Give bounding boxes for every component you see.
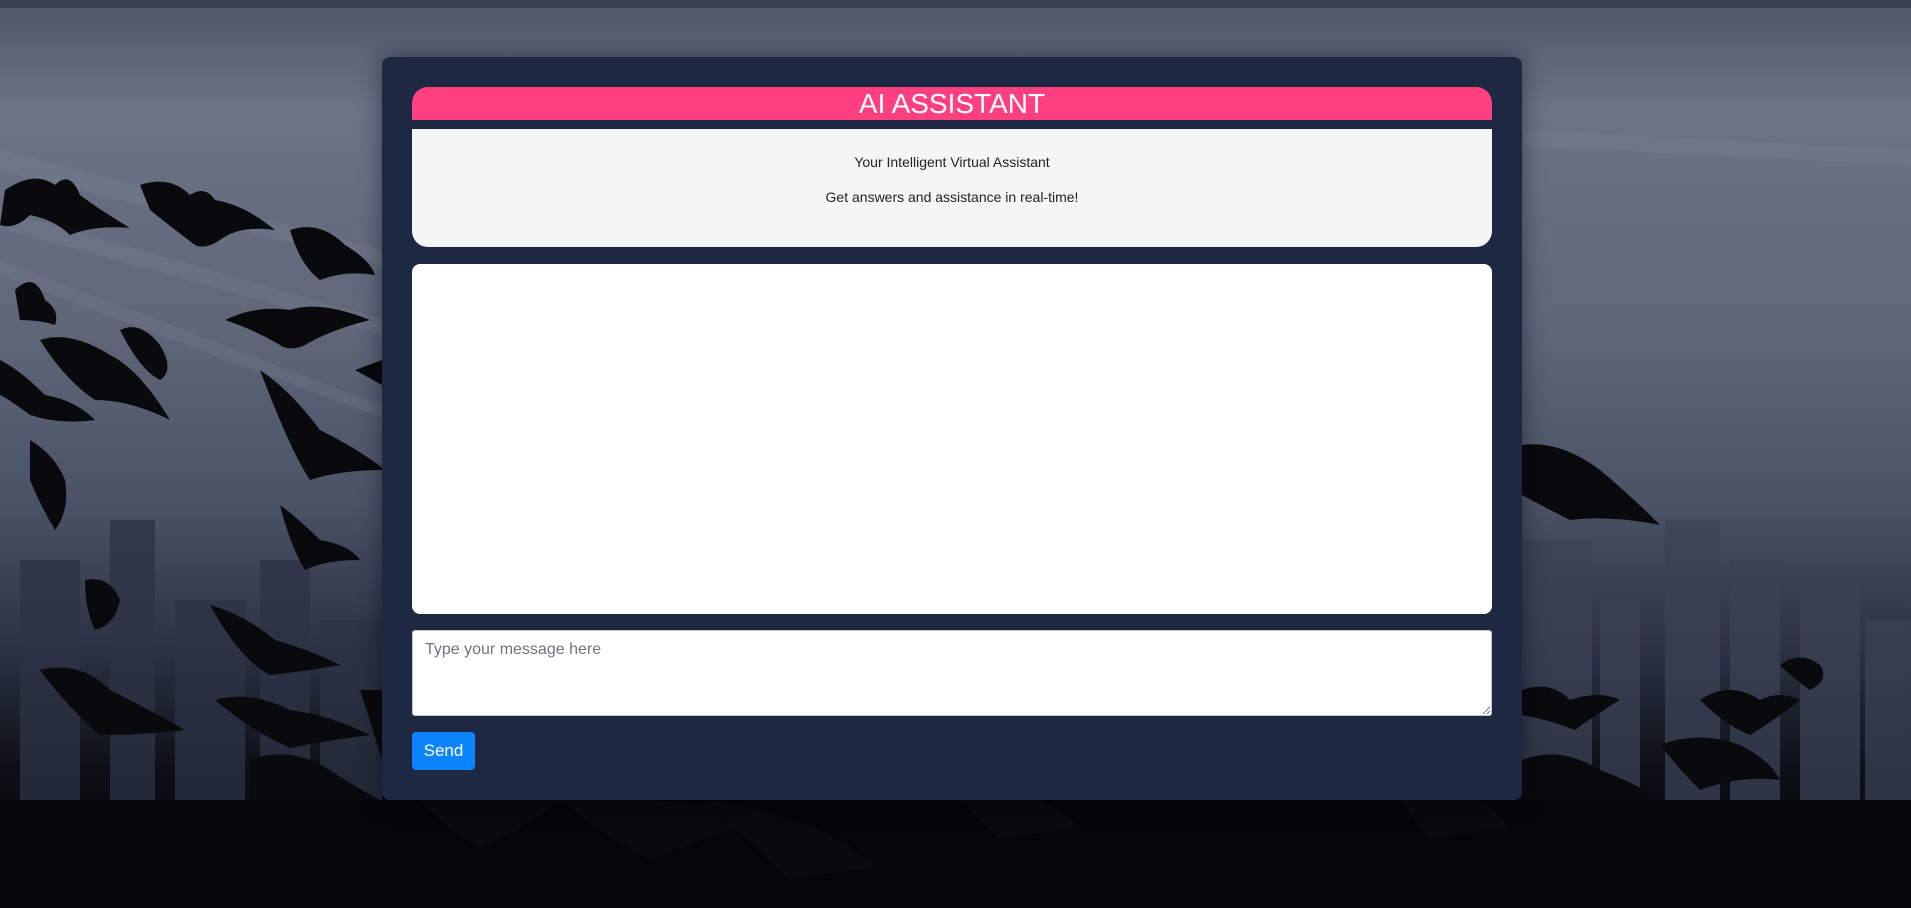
send-button[interactable]: Send <box>412 732 475 770</box>
message-input[interactable] <box>412 630 1492 716</box>
intro-tagline: Your Intelligent Virtual Assistant <box>854 154 1050 170</box>
intro-subtitle: Get answers and assistance in real-time! <box>825 189 1079 205</box>
chat-messages-area[interactable] <box>412 264 1492 614</box>
assistant-panel: AI ASSISTANT Your Intelligent Virtual As… <box>382 57 1522 800</box>
intro-box: Your Intelligent Virtual Assistant Get a… <box>412 129 1492 247</box>
page: AI ASSISTANT Your Intelligent Virtual As… <box>0 0 1911 908</box>
page-title: AI ASSISTANT <box>412 87 1492 120</box>
